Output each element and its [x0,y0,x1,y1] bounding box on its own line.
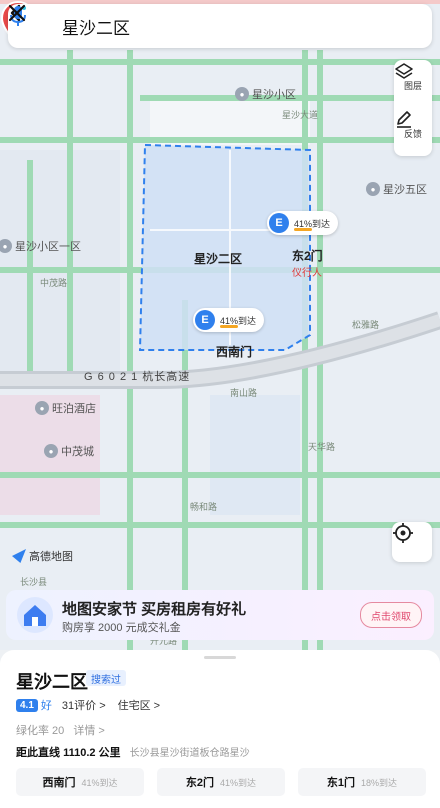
gate-tab-east1[interactable]: 东1门 18%到达 [298,768,426,796]
gate-label-east2: 东2门 [292,249,323,263]
amap-logo-icon [12,549,26,563]
promo-banner[interactable]: 地图安家节 买房租房有好礼 购房享 2000 元成交礼金 点击领取 [6,590,434,640]
category-link[interactable]: 住宅区 > [118,697,160,713]
road-label: 中茂路 [40,278,68,288]
arrival-bar [294,228,312,231]
gate-tab-east2[interactable]: 东2门 41%到达 [157,768,285,796]
rating-score: 4.1 [16,698,38,712]
detail-link[interactable]: 详情 > [73,725,104,737]
poi-label: 中茂城 [61,446,94,458]
map-side-toolbar: 图层 反馈 [394,60,432,156]
poi-pin-icon: ● [235,87,249,101]
gate-card-west-south[interactable]: E 41%到达 [193,308,265,332]
mall-icon: ● [44,444,58,458]
pin-label: 星沙二区 [194,252,243,266]
poi-pin-icon: ● [366,182,380,196]
gate-label-west-south: 西南门 [216,345,253,359]
reviews-link[interactable]: 31评价 > [62,697,106,713]
banner-subtitle: 购房享 2000 元成交礼金 [62,622,181,634]
gate-pct: 41%到达 [220,777,257,788]
green-rate-row: 绿化率 20 详情 > [16,722,105,738]
entrance-icon: E [269,213,289,233]
search-bar[interactable]: 星沙二区 [8,4,432,48]
poi-zhongmao-city[interactable]: ● 中茂城 [44,443,94,459]
poi-pin-icon: ● [0,239,12,253]
green-rate: 绿化率 20 [16,725,65,737]
pencil-icon [397,111,411,128]
road-label: 畅和路 [190,502,218,512]
arrival-bar [220,325,238,328]
claim-button[interactable]: 点击领取 [360,602,422,628]
poi-label: 旺泊酒店 [52,403,96,415]
rating-row: 4.1 好 31评价 > 住宅区 > [16,697,160,713]
map-view[interactable]: ● 星沙小区 ● 星沙小区一区 ● 星沙五区 ● 旺泊酒店 ● 中茂城 G 6 0 2 1… [0,0,440,650]
gate-list: 西南门 41%到达 东2门 41%到达 东1门 18%到达 [16,768,426,796]
locate-icon [393,523,413,543]
search-input[interactable]: 星沙二区 [50,14,350,39]
place-title: 星沙二区 [16,672,88,692]
layers-button[interactable]: 图层 [394,62,432,108]
distance-row: 距此直线 1110.2 公里 长沙县星沙街道板仓路星沙 [16,744,250,760]
close-icon [8,4,26,22]
poi-xingsha-1qu[interactable]: ● 星沙小区一区 [0,238,81,254]
road-label: 天华路 [308,442,336,452]
poi-wangpo-hotel[interactable]: ● 旺泊酒店 [35,400,96,416]
gate-name: 东2门 [185,777,215,789]
hotel-icon: ● [35,401,49,415]
gate-name: 西南门 [42,777,76,789]
feedback-label: 反馈 [403,129,422,139]
address: 长沙县星沙街道板仓路星沙 [129,748,250,759]
entrance-icon: E [195,310,215,330]
road-label: 松雅路 [352,320,380,330]
house-icon [17,597,53,633]
road-label: 星沙大道 [282,110,319,120]
road-label: 南山路 [230,388,258,398]
layers-label: 图层 [403,81,422,91]
place-detail-sheet[interactable]: 星沙二区 搜索过 4.1 好 31评价 > 住宅区 > 绿化率 20 详情 > … [0,650,440,808]
searched-badge: 搜索过 [86,670,126,686]
gate-tab-west-south[interactable]: 西南门 41%到达 [16,768,144,796]
gate-sub-label: 仪行人 [292,268,322,279]
poi-xingsha-5qu[interactable]: ● 星沙五区 [366,181,427,197]
distance-label: 距此直线 [16,747,60,759]
gate-pct: 18%到达 [361,777,398,788]
voice-search-button[interactable] [10,6,382,42]
distance-value: 1110.2 公里 [63,747,121,759]
gate-card-east2[interactable]: E 41%到达 [267,211,339,235]
logo-text: 高德地图 [29,551,73,563]
rating-text: 好 [40,700,52,712]
road-label: 长沙县 [20,577,48,587]
locate-button[interactable] [392,522,432,562]
poi-xingsha-xiaoqu[interactable]: ● 星沙小区 [235,86,296,102]
highway-label: G 6 0 2 1 杭长高速 [84,371,191,383]
gate-pct: 41%到达 [81,777,118,788]
banner-title: 地图安家节 买房租房有好礼 [62,601,247,618]
poi-label: 星沙小区一区 [15,241,81,253]
layers-icon [395,63,413,79]
close-button[interactable] [8,4,422,42]
poi-label: 星沙五区 [383,184,427,196]
feedback-button[interactable]: 反馈 [394,110,432,156]
drag-handle[interactable] [204,656,236,659]
gate-name: 东1门 [326,777,356,789]
poi-label: 星沙小区 [252,89,296,101]
map-logo: 高德地图 [12,548,73,564]
